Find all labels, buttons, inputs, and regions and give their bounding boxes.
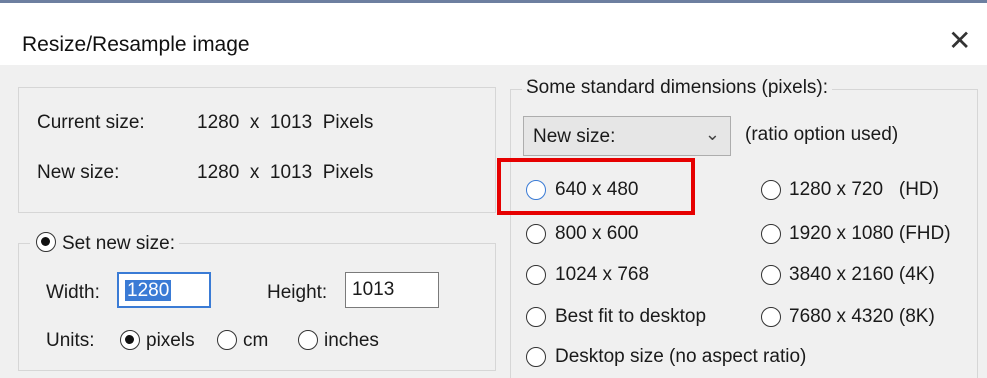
units-pixels-label[interactable]: pixels bbox=[146, 330, 195, 352]
radio-1024x768[interactable] bbox=[526, 265, 546, 285]
option-desktop-size-label[interactable]: Desktop size (no aspect ratio) bbox=[555, 346, 806, 368]
height-field[interactable]: 1013 bbox=[345, 272, 439, 308]
radio-800x600[interactable] bbox=[526, 224, 546, 244]
option-1280x720-label[interactable]: 1280 x 720 (HD) bbox=[789, 179, 939, 201]
new-size-label: New size: bbox=[37, 162, 120, 183]
units-pixels-radio[interactable] bbox=[120, 330, 140, 350]
option-3840x2160-label[interactable]: 3840 x 2160 (4K) bbox=[789, 264, 935, 286]
option-1920x1080-label[interactable]: 1920 x 1080 (FHD) bbox=[789, 223, 951, 245]
option-1024x768-label[interactable]: 1024 x 768 bbox=[555, 264, 649, 286]
option-best-fit-label[interactable]: Best fit to desktop bbox=[555, 306, 706, 328]
set-new-size-label: Set new size: bbox=[62, 233, 175, 254]
chevron-down-icon: ⌄ bbox=[704, 124, 720, 144]
standard-dimensions-legend: Some standard dimensions (pixels): bbox=[522, 77, 833, 99]
new-size-dropdown-value: New size: bbox=[533, 126, 616, 147]
width-label: Width: bbox=[46, 282, 100, 303]
option-800x600-label[interactable]: 800 x 600 bbox=[555, 223, 638, 245]
set-new-size-radio[interactable] bbox=[36, 232, 56, 252]
units-label: Units: bbox=[46, 330, 95, 351]
new-size-dropdown[interactable]: New size: ⌄ bbox=[523, 116, 731, 156]
radio-best-fit[interactable] bbox=[526, 307, 546, 327]
option-7680x4320-label[interactable]: 7680 x 4320 (8K) bbox=[789, 306, 935, 328]
new-size-value: 1280 x 1013 Pixels bbox=[197, 162, 374, 183]
set-new-size-legend[interactable]: Set new size: bbox=[30, 232, 179, 255]
radio-1920x1080[interactable] bbox=[761, 224, 781, 244]
highlight-box bbox=[497, 158, 695, 215]
size-info-group bbox=[18, 87, 496, 213]
units-inches-radio[interactable] bbox=[298, 330, 318, 350]
radio-desktop-size[interactable] bbox=[526, 347, 546, 367]
title-bar: Resize/Resample image ✕ bbox=[0, 3, 987, 65]
units-inches-label[interactable]: inches bbox=[324, 330, 379, 352]
radio-1280x720[interactable] bbox=[761, 180, 781, 200]
current-size-value: 1280 x 1013 Pixels bbox=[197, 112, 374, 133]
units-cm-label[interactable]: cm bbox=[243, 330, 268, 352]
width-field[interactable]: 1280 bbox=[117, 272, 211, 308]
width-value: 1280 bbox=[125, 280, 172, 301]
height-label: Height: bbox=[267, 282, 328, 303]
radio-7680x4320[interactable] bbox=[761, 307, 781, 327]
current-size-label: Current size: bbox=[37, 112, 145, 133]
height-value: 1013 bbox=[352, 279, 395, 300]
radio-3840x2160[interactable] bbox=[761, 265, 781, 285]
close-icon[interactable]: ✕ bbox=[948, 27, 971, 55]
units-cm-radio[interactable] bbox=[217, 330, 237, 350]
ratio-note: (ratio option used) bbox=[745, 124, 899, 145]
window-title: Resize/Resample image bbox=[22, 33, 250, 56]
